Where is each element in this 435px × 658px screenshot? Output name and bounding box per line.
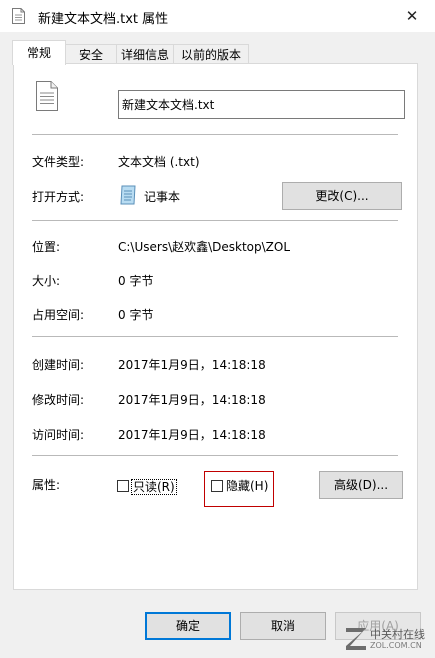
change-button[interactable]: 更改(C)... xyxy=(282,182,402,210)
ok-button[interactable]: 确定 xyxy=(145,612,231,640)
advanced-button[interactable]: 高级(D)... xyxy=(319,471,403,499)
size-on-disk-value: 0 字节 xyxy=(118,308,154,322)
size-on-disk-label: 占用空间: xyxy=(32,308,85,322)
file-type-label: 文件类型: xyxy=(32,155,85,169)
ok-button-label: 确定 xyxy=(175,619,200,633)
window-title: 新建文本文档.txt 属性 xyxy=(38,12,169,27)
tab-label: 安全 xyxy=(78,48,103,62)
hidden-checkbox[interactable]: 隐藏(H) xyxy=(211,479,271,495)
location-value: C:\Users\赵欢鑫\Desktop\ZOL xyxy=(118,240,291,254)
notepad-icon xyxy=(120,185,136,205)
text-file-icon xyxy=(36,81,58,111)
tab-label: 以前的版本 xyxy=(180,48,241,62)
tab-label: 常规 xyxy=(26,46,51,60)
location-label: 位置: xyxy=(32,240,61,254)
tab-previous-versions[interactable]: 以前的版本 xyxy=(173,44,249,64)
created-value: 2017年1月9日，14:18:18 xyxy=(118,358,266,372)
hidden-label: 隐藏(H) xyxy=(226,479,269,493)
created-label: 创建时间: xyxy=(32,358,85,372)
text-file-icon xyxy=(12,8,25,24)
watermark-text-en: ZOL.COM.CN xyxy=(370,641,422,650)
readonly-label: 只读(R) xyxy=(131,479,177,495)
filename-value: 新建文本文档.txt xyxy=(122,98,215,112)
opens-with-value: 记事本 xyxy=(144,190,181,204)
size-label: 大小: xyxy=(32,274,61,288)
readonly-checkbox-box[interactable] xyxy=(117,480,129,492)
separator xyxy=(32,336,398,337)
change-button-label: 更改(C)... xyxy=(315,189,369,203)
general-panel: 新建文本文档.txt 文件类型: 文本文档 (.txt) 打开方式: 记事本 更… xyxy=(13,63,418,590)
tab-details[interactable]: 详细信息 xyxy=(116,44,174,64)
advanced-button-label: 高级(D)... xyxy=(333,478,389,492)
cancel-button[interactable]: 取消 xyxy=(240,612,326,640)
readonly-checkbox[interactable]: 只读(R) xyxy=(117,479,177,495)
modified-label: 修改时间: xyxy=(32,393,85,407)
title-bar: 新建文本文档.txt 属性 ✕ xyxy=(0,0,435,32)
size-value: 0 字节 xyxy=(118,274,154,288)
attributes-label: 属性: xyxy=(32,478,61,492)
watermark: 中关村在线 ZOL.COM.CN xyxy=(344,624,432,656)
modified-value: 2017年1月9日，14:18:18 xyxy=(118,393,266,407)
tab-label: 详细信息 xyxy=(120,48,169,62)
accessed-label: 访问时间: xyxy=(32,428,85,442)
separator xyxy=(32,134,398,135)
opens-with-label: 打开方式: xyxy=(32,190,85,204)
tab-general[interactable]: 常规 xyxy=(12,40,66,65)
tab-security[interactable]: 安全 xyxy=(65,44,117,64)
close-icon: ✕ xyxy=(405,7,419,25)
file-type-value: 文本文档 (.txt) xyxy=(118,155,200,169)
zol-logo-icon xyxy=(346,628,366,650)
accessed-value: 2017年1月9日，14:18:18 xyxy=(118,428,266,442)
close-button[interactable]: ✕ xyxy=(398,2,426,30)
filename-field[interactable]: 新建文本文档.txt xyxy=(118,90,405,119)
cancel-button-label: 取消 xyxy=(270,619,295,633)
separator xyxy=(32,220,398,221)
hidden-checkbox-box[interactable] xyxy=(211,480,223,492)
watermark-text-cn: 中关村在线 xyxy=(370,628,425,641)
separator xyxy=(32,455,398,456)
